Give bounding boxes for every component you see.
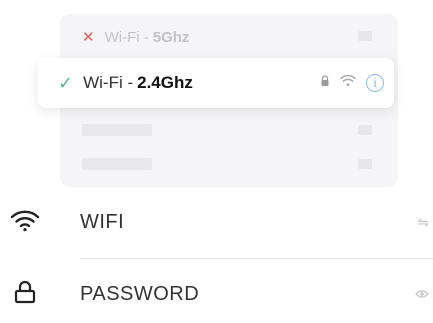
network-band: 2.4Ghz — [137, 73, 193, 92]
network-name-prefix: Wi-Fi - — [104, 28, 149, 46]
placeholder-icon — [358, 125, 372, 135]
network-name-prefix: Wi-Fi - — [83, 73, 134, 92]
check-icon: ✓ — [58, 72, 74, 93]
swap-icon[interactable]: ⇋ — [417, 214, 429, 231]
wifi-icon — [10, 208, 40, 237]
placeholder-bar — [82, 158, 152, 170]
divider — [80, 258, 433, 259]
placeholder-icon — [358, 159, 372, 169]
lock-icon — [320, 74, 330, 92]
wifi-signal-icon — [340, 74, 356, 92]
password-label: PASSWORD — [80, 282, 200, 305]
network-band: 5Ghz — [152, 28, 190, 46]
network-item-5ghz[interactable]: ✕ Wi-Fi - 5Ghz — [82, 24, 382, 50]
info-icon[interactable]: i — [366, 74, 384, 92]
eye-icon[interactable] — [415, 286, 429, 302]
x-icon: ✕ — [82, 29, 95, 46]
network-item-selected[interactable]: ✓ Wi-Fi - 2.4Ghz i — [38, 58, 394, 108]
wifi-field-row[interactable]: WIFI ⇋ — [0, 194, 433, 250]
wifi-label: WIFI — [80, 210, 125, 233]
placeholder-icon — [358, 31, 372, 41]
password-field-row[interactable]: PASSWORD — [0, 266, 433, 322]
lock-icon — [14, 280, 36, 309]
placeholder-bar — [82, 124, 152, 136]
